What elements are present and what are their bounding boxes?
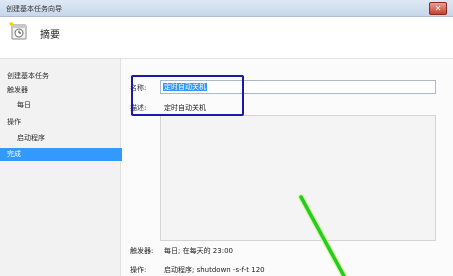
annotation-arrow: [298, 194, 347, 276]
